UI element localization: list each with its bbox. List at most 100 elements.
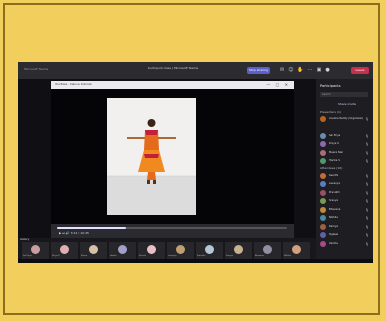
raise-hand-icon[interactable]: ✋ [297,67,307,73]
video-progress-fill [57,227,126,229]
participants-panel: Participants Search Share invite Present… [316,79,373,263]
participant-name: Nikhila [329,216,338,219]
participant-row[interactable]: Keerthi 🎙 [320,172,370,180]
tile-avatar [234,245,243,254]
mic-muted-icon: 🎙 [365,182,369,186]
participant-row[interactable]: Nikhila 🎙 [320,215,370,222]
participant-tile[interactable]: Keerthi [138,242,165,259]
participant-row[interactable]: Anusha Reddy (Organizer) 🎙 [320,116,370,123]
browser-bar: YouTube - Dance tutorial — ▢ ✕ [51,81,294,89]
video-controls[interactable]: ▶ ⏭ 🔊 3:12 / 10:45 [51,224,294,238]
avatar [320,240,326,247]
participant-name: Pranathi [329,190,340,194]
participant-name: Meera Nair [329,150,344,154]
tile-avatar [89,245,98,254]
mic-muted-icon: 🎙 [365,224,369,229]
tile-avatar [205,245,214,254]
avatar [320,206,326,213]
stop-sharing-button[interactable]: Stop sharing [247,67,270,74]
mic-muted-icon: 🎙 [365,199,369,203]
video-control-buttons[interactable]: ▶ ⏭ 🔊 3:12 / 10:45 [59,231,89,235]
mic-muted-icon: 🎙 [365,117,369,121]
participant-tile[interactable]: Sai Priya [22,242,49,259]
window-buttons[interactable]: — ▢ ✕ [266,82,290,87]
tile-name: Divya K [52,255,60,257]
tile-name: Harika [110,255,117,257]
avatar [320,198,326,204]
meeting-controls[interactable]: ✉☺✋⋯▣● [280,67,334,73]
mic-muted-icon: 🎙 [365,241,369,246]
avatar [320,189,326,196]
tile-name: Lavanya [168,255,177,257]
tile-name: Sai Priya [23,255,32,257]
participant-row[interactable]: Bhavana 🎙 [320,206,370,214]
participant-tile[interactable]: Bhavana [254,242,281,259]
mic-muted-icon: 🎙 [365,150,369,155]
participant-name: Varsha [329,241,338,245]
participant-name: Lavanya [329,182,340,185]
video-progress-track[interactable] [57,227,287,229]
tile-avatar [292,245,301,254]
participant-row[interactable]: Ramya 🎙 [320,223,370,231]
mic-muted-icon: 🎙 [365,190,369,195]
tile-avatar [176,245,185,254]
title-bar: Microsoft Teams Kuchipudi class | Micros… [18,62,373,79]
avatar [320,215,326,221]
tile-avatar [60,245,69,254]
taskbar [18,259,373,263]
participant-search-input[interactable]: Search [320,92,368,97]
participant-tile[interactable]: Lavanya [167,242,194,259]
participant-row[interactable]: Varsha 🎙 [320,240,370,248]
video-player[interactable] [51,89,294,224]
tile-name: Pranathi [197,255,206,257]
presenters-section[interactable]: Presenters (1) [320,110,341,114]
avatar [320,181,326,187]
tile-avatar [31,245,40,254]
avatar [320,141,326,147]
dancer-image [107,98,196,215]
mic-muted-icon: 🎙 [365,233,369,237]
leave-button[interactable]: Leave [351,67,369,74]
participant-row[interactable]: Lavanya 🎙 [320,181,370,188]
chat-icon[interactable]: ✉ [280,67,288,73]
more-icon[interactable]: ⋯ [308,67,317,73]
tile-name: Meera [81,255,88,257]
participant-row[interactable]: Meera Nair 🎙 [320,149,370,157]
mic-muted-icon: 🎙 [365,159,369,163]
mic-muted-icon: 🎙 [365,173,369,178]
dancer-video-frame [107,98,196,215]
participant-tile[interactable]: Harika [109,242,136,259]
participant-name: Divya K [329,142,339,145]
window-title: Kuchipudi class | Microsoft Teams [148,66,199,70]
share-invite-link[interactable]: Share invite [338,102,356,106]
participant-tile[interactable]: Sravya [225,242,252,259]
avatar [320,172,326,179]
attendees-section[interactable]: Attendees (16) [320,166,342,170]
participant-row[interactable]: Sai Priya 🎙 [320,132,370,140]
mic-icon[interactable]: ● [325,67,333,73]
participant-row[interactable]: Sravya 🎙 [320,198,370,205]
participant-row[interactable]: Divya K 🎙 [320,141,370,148]
participant-name: Sravya [329,199,338,202]
tile-name: Sravya [226,255,233,257]
tile-name: Nikhila [284,255,291,257]
browser-tab-title[interactable]: YouTube - Dance tutorial [55,82,92,86]
participant-name: Anusha Reddy (Organizer) [329,117,364,120]
tile-avatar [118,245,127,254]
participant-tile[interactable]: Meera [80,242,107,259]
participant-tile[interactable]: Divya K [51,242,78,259]
participant-name: Harika S [329,159,340,162]
avatar [320,232,326,238]
participant-tile[interactable]: Nikhila [283,242,310,259]
participant-name: Sai Priya [329,133,341,137]
panel-title: Participants [320,84,341,88]
participant-name: Tejaswi [329,233,339,236]
participant-tile[interactable]: Pranathi [196,242,223,259]
app-name: Microsoft Teams [24,67,49,71]
participant-name: Ramya [329,224,338,228]
participant-row[interactable]: Tejaswi 🎙 [320,232,370,239]
participant-row[interactable]: Pranathi 🎙 [320,189,370,197]
teams-window: Microsoft Teams Kuchipudi class | Micros… [18,62,373,263]
tile-avatar [263,245,272,254]
participant-row[interactable]: Harika S 🎙 [320,158,370,165]
